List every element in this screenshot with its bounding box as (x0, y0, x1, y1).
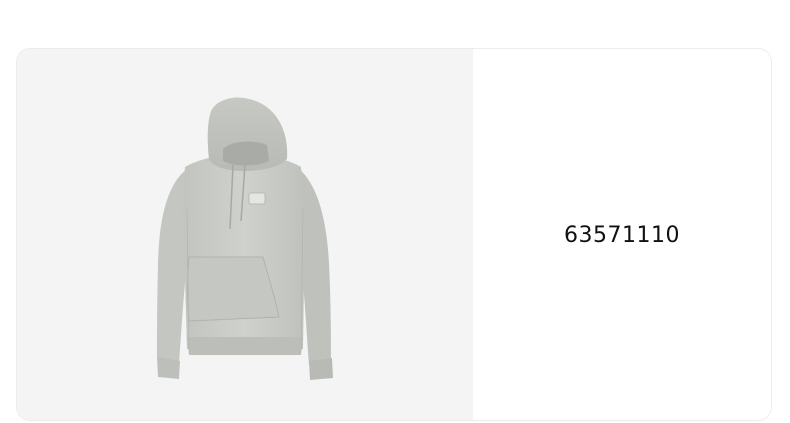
product-card[interactable]: 63571110 (16, 48, 772, 421)
product-image-panel[interactable] (17, 49, 473, 420)
product-image (157, 97, 333, 380)
product-code: 63571110 (564, 223, 680, 248)
product-info-panel: 63571110 (473, 49, 771, 420)
